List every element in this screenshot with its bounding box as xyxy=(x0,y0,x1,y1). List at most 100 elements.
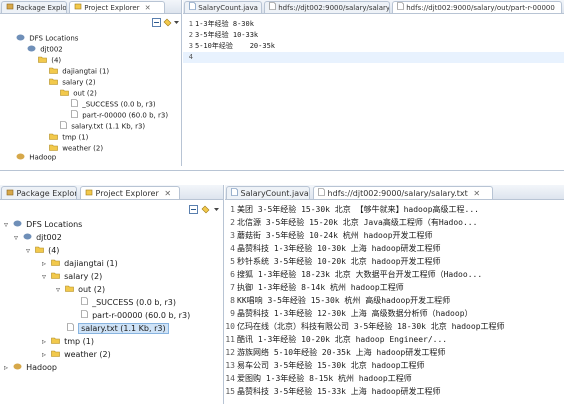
top-editor-pane: SalaryCount.java hdfs://djt002:9000/sala… xyxy=(183,0,564,166)
view-menu-icon[interactable] xyxy=(213,205,222,214)
close-icon[interactable]: ✕ xyxy=(473,189,480,198)
tree-node-part-file[interactable]: part-r-00000 (60.0 b, r3) xyxy=(71,110,168,121)
collapse-all-icon[interactable] xyxy=(152,18,161,27)
bottom-text-editor[interactable]: 1 美团 3-5年经验 15-30k 北京 【够牛就来】hadoop高级工程...… xyxy=(225,203,564,404)
elephant-icon xyxy=(13,219,22,230)
section-divider xyxy=(0,170,564,171)
folder-icon xyxy=(64,284,74,295)
folder-icon xyxy=(50,336,60,347)
bottom-dfs-tree: ▿ DFS Locations ▿ djt002 ▿ (4) ▹ dajiang… xyxy=(0,217,223,404)
view-menu-icon[interactable] xyxy=(173,18,181,27)
file-icon xyxy=(66,323,74,334)
tree-node-salary-txt-selected[interactable]: salary.txt (1.1 Kb, r3) xyxy=(58,323,169,334)
package-icon xyxy=(6,2,14,13)
tab-project-explorer[interactable]: Project Explorer ✕ xyxy=(69,1,165,13)
folder-icon xyxy=(38,55,47,67)
collapse-all-icon[interactable] xyxy=(189,205,198,214)
package-icon xyxy=(6,187,14,199)
elephant-icon xyxy=(16,33,25,45)
editor-line: 15 晶赞科技 3-5年经验 15-33k 上海 hadoop研发工程师 xyxy=(225,387,441,396)
link-with-editor-icon[interactable] xyxy=(163,18,172,27)
editor-line: 13 易车公司 3-5年经验 15-30k 北京 hadoop工程师 xyxy=(225,361,425,370)
tree-node-out[interactable]: ▿ out (2) xyxy=(56,284,105,295)
tree-node-dajiangtai[interactable]: ▹ dajiangtai (1) xyxy=(42,258,118,269)
top-editor-tabbar: SalaryCount.java hdfs://djt002:9000/sala… xyxy=(183,0,564,14)
tree-node-hadoop[interactable]: Hadoop xyxy=(16,152,56,163)
elephant-icon xyxy=(13,362,22,373)
tree-node-tmp[interactable]: ▹ tmp (1) xyxy=(42,336,94,347)
expand-arrow-icon[interactable]: ▿ xyxy=(56,284,62,295)
editor-line: 9 晶赞科技 1-3年经验 12-30k 上海 高级数据分析师（hadoop） xyxy=(230,309,473,318)
expand-arrow-icon[interactable]: ▹ xyxy=(42,258,48,269)
tree-node-dfs-locations[interactable]: ▿ DFS Locations xyxy=(4,219,82,230)
expand-arrow-icon[interactable]: ▿ xyxy=(42,271,48,282)
tree-node-salary-txt[interactable]: salary.txt (1.1 Kb, r3) xyxy=(60,121,145,132)
expand-arrow-icon[interactable]: ▿ xyxy=(4,219,10,230)
editor-line: 5 秒针系统 3-5年经验 10-20k 北京 hadoop开发工程师 xyxy=(230,257,441,266)
top-explorer-tabbar: Package Explore Project Explorer ✕ xyxy=(0,0,181,14)
tree-node-dfs-locations[interactable]: DFS Locations xyxy=(16,33,78,44)
tree-node-hadoop[interactable]: ▹ Hadoop xyxy=(4,362,57,373)
top-dfs-tree: DFS Locations djt002 (4) dajiangtai (1) … xyxy=(0,30,181,164)
folder-icon xyxy=(50,349,60,360)
tree-node-dajiangtai[interactable]: dajiangtai (1) xyxy=(49,66,109,77)
tab-part-r-00000[interactable]: hdfs://djt002:9000/salary/out/part-r-000… xyxy=(392,1,562,13)
tree-node-success-file[interactable]: _SUCCESS (0.0 b, r3) xyxy=(71,99,156,110)
editor-line: 2 3-5年经验 10-33k xyxy=(188,31,259,39)
tab-project-explorer[interactable]: Project Explorer ✕ xyxy=(80,186,180,199)
expand-arrow-icon[interactable]: ▿ xyxy=(14,232,20,243)
link-with-editor-icon[interactable] xyxy=(201,205,210,214)
close-icon[interactable]: ✕ xyxy=(164,189,171,198)
editor-line-current: 4 xyxy=(183,52,564,63)
tab-salarycount-java[interactable]: SalaryCount.java xyxy=(226,186,310,199)
close-icon[interactable]: ✕ xyxy=(145,4,151,12)
folder-icon xyxy=(49,77,58,89)
bottom-project-explorer-pane: Package Explore Project Explorer ✕ ▿ DFS… xyxy=(0,185,224,404)
expand-arrow-icon[interactable]: ▿ xyxy=(26,245,32,256)
tree-node-success-file[interactable]: _SUCCESS (0.0 b, r3) xyxy=(72,297,176,308)
tree-node-weather[interactable]: weather (2) xyxy=(49,143,103,154)
tree-node-root-folder[interactable]: (4) xyxy=(38,55,61,66)
tree-node-djt002[interactable]: ▿ djt002 xyxy=(14,232,62,243)
elephant-icon xyxy=(27,44,36,56)
editor-line: 4 晶赞科技 1-3年经验 10-30k 上海 hadoop研发工程师 xyxy=(230,244,441,253)
editor-line: 14 爱图购 1-3年经验 8-15k 杭州 hadoop工程师 xyxy=(225,374,412,383)
top-text-editor[interactable]: 1 1-3年经验 8-30k 2 3-5年经验 10-33k 3 5-10年经验 20… xyxy=(183,16,564,166)
bottom-explorer-tabbar: Package Explore Project Explorer ✕ xyxy=(0,185,223,200)
editor-line: 7 执御 1-3年经验 8-14k 杭州 hadoop工程师 xyxy=(230,283,404,292)
bottom-editor-tabbar: SalaryCount.java hdfs://djt002:9000/sala… xyxy=(225,185,564,200)
tab-package-explorer[interactable]: Package Explore xyxy=(1,186,77,199)
expand-arrow-icon[interactable]: ▹ xyxy=(42,349,48,360)
folder-icon xyxy=(50,258,60,269)
editor-line: 1 1-3年经验 8-30k xyxy=(188,20,254,28)
file-icon xyxy=(397,2,404,13)
tab-salary-txt[interactable]: hdfs://djt002:9000/salary/salary.txt xyxy=(264,1,390,13)
bottom-editor-pane: SalaryCount.java hdfs://djt002:9000/sala… xyxy=(225,185,564,404)
elephant-icon xyxy=(16,152,25,164)
tree-node-salary[interactable]: salary (2) xyxy=(49,77,96,88)
editor-line: 8 KK唱响 3-5年经验 15-30k 杭州 高级hadoop开发工程师 xyxy=(230,296,451,305)
tree-node-part-file[interactable]: part-r-00000 (60.0 b, r3) xyxy=(72,310,190,321)
tree-node-tmp[interactable]: tmp (1) xyxy=(49,132,88,143)
top-project-explorer-pane: Package Explore Project Explorer ✕ DFS L… xyxy=(0,0,182,166)
expand-arrow-icon[interactable]: ▹ xyxy=(42,336,48,347)
tab-salarycount-java[interactable]: SalaryCount.java xyxy=(184,1,262,13)
tab-package-explorer[interactable]: Package Explore xyxy=(1,1,67,13)
expand-arrow-icon[interactable]: ▹ xyxy=(4,362,10,373)
editor-line: 10 亿玛在线（北京）科技有限公司 3-5年经验 18-30k 北京 hadoop… xyxy=(225,322,505,331)
tree-node-weather[interactable]: ▹ weather (2) xyxy=(42,349,111,360)
project-icon xyxy=(85,187,93,199)
file-icon xyxy=(80,297,88,308)
tree-node-out[interactable]: out (2) xyxy=(60,88,97,99)
editor-line: 2 北信源 3-5年经验 15-20k 北京 Java高级工程师（有Hadoo..… xyxy=(230,218,478,227)
file-icon xyxy=(269,2,276,13)
editor-line: 1 美团 3-5年经验 15-30k 北京 【够牛就来】hadoop高级工程... xyxy=(230,205,479,214)
tree-node-root-folder[interactable]: ▿ (4) xyxy=(26,245,59,256)
tab-salary-txt[interactable]: hdfs://djt002:9000/salary/salary.txt ✕ xyxy=(313,186,493,199)
file-icon xyxy=(80,310,88,321)
tree-node-djt002[interactable]: djt002 xyxy=(27,44,63,55)
tree-node-salary[interactable]: ▿ salary (2) xyxy=(42,271,102,282)
tab-label: Package Explore xyxy=(16,4,67,12)
elephant-icon xyxy=(23,232,32,243)
tab-label: Project Explorer xyxy=(84,4,140,12)
